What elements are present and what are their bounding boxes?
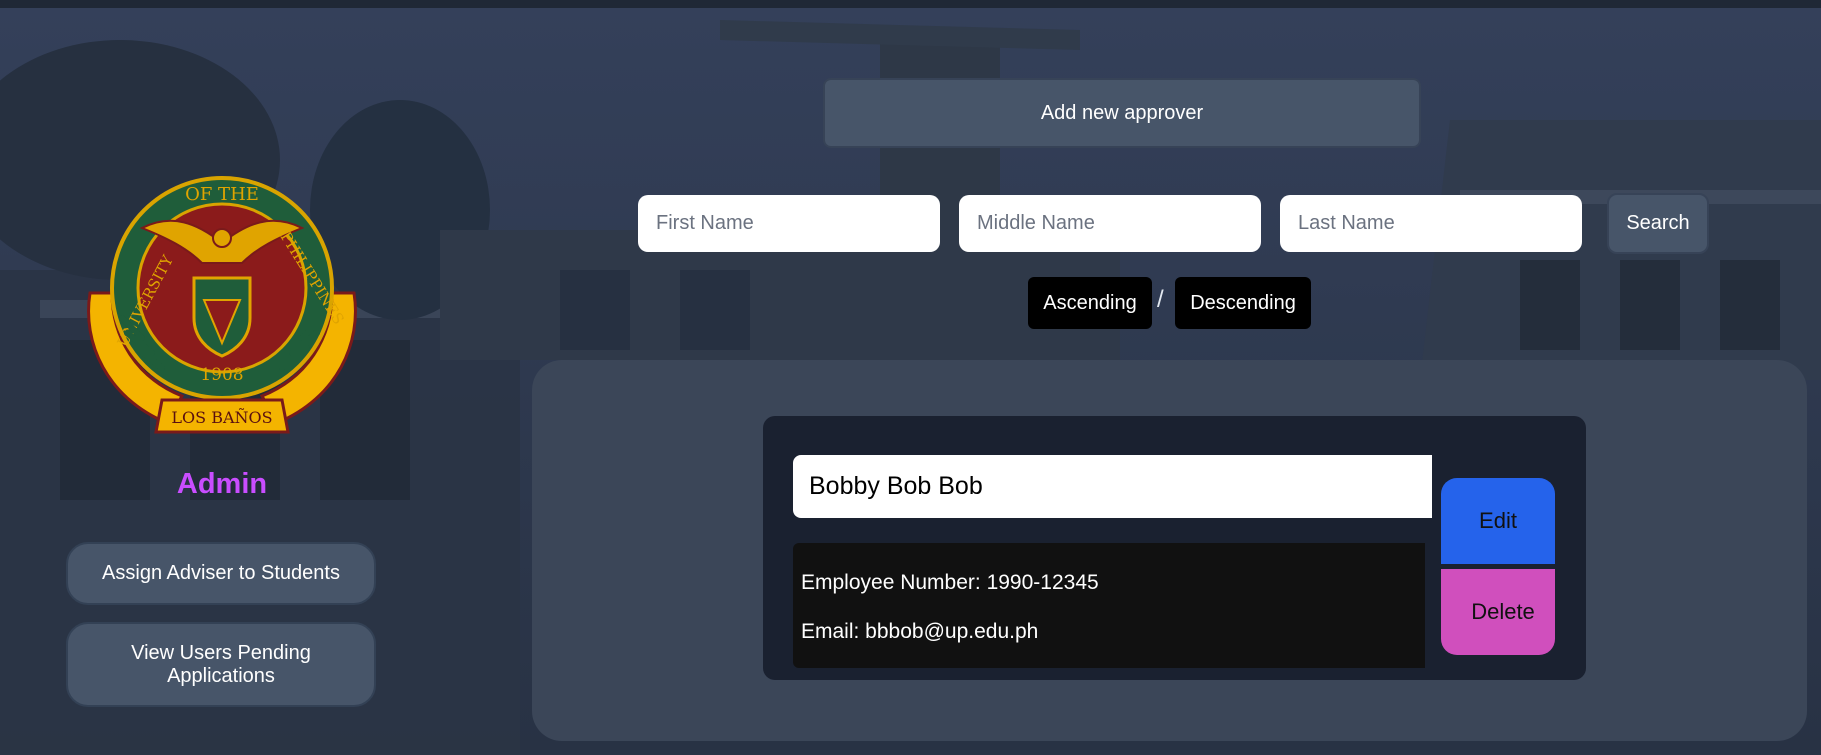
add-approver-button[interactable]: Add new approver — [823, 78, 1421, 148]
edit-button[interactable]: Edit — [1441, 478, 1555, 564]
last-name-input[interactable] — [1280, 195, 1582, 252]
view-pending-applications-button[interactable]: View Users Pending Applications — [66, 622, 376, 707]
approver-details: Employee Number: 1990-12345 Email: bbbob… — [793, 543, 1425, 668]
search-button[interactable]: Search — [1607, 193, 1709, 254]
svg-text:1908: 1908 — [200, 365, 243, 385]
sort-separator: / — [1157, 286, 1164, 313]
svg-text:LOS BAÑOS: LOS BAÑOS — [171, 407, 272, 427]
delete-button[interactable]: Delete — [1441, 569, 1555, 655]
approver-name: Bobby Bob Bob — [793, 455, 1432, 518]
approver-email: Email: bbbob@up.edu.ph — [801, 620, 1039, 643]
middle-name-input[interactable] — [959, 195, 1261, 252]
top-strip — [0, 0, 1821, 8]
sort-ascending-button[interactable]: Ascending — [1028, 277, 1152, 329]
role-title: Admin — [176, 468, 268, 500]
university-seal-logo: OF THE 1908 UNIVERSITY PHILIPPINES LOS B… — [82, 168, 362, 443]
assign-adviser-button[interactable]: Assign Adviser to Students — [66, 542, 376, 605]
svg-text:OF THE: OF THE — [185, 184, 259, 205]
first-name-input[interactable] — [638, 195, 940, 252]
sort-descending-button[interactable]: Descending — [1175, 277, 1311, 329]
employee-number: Employee Number: 1990-12345 — [801, 571, 1099, 594]
